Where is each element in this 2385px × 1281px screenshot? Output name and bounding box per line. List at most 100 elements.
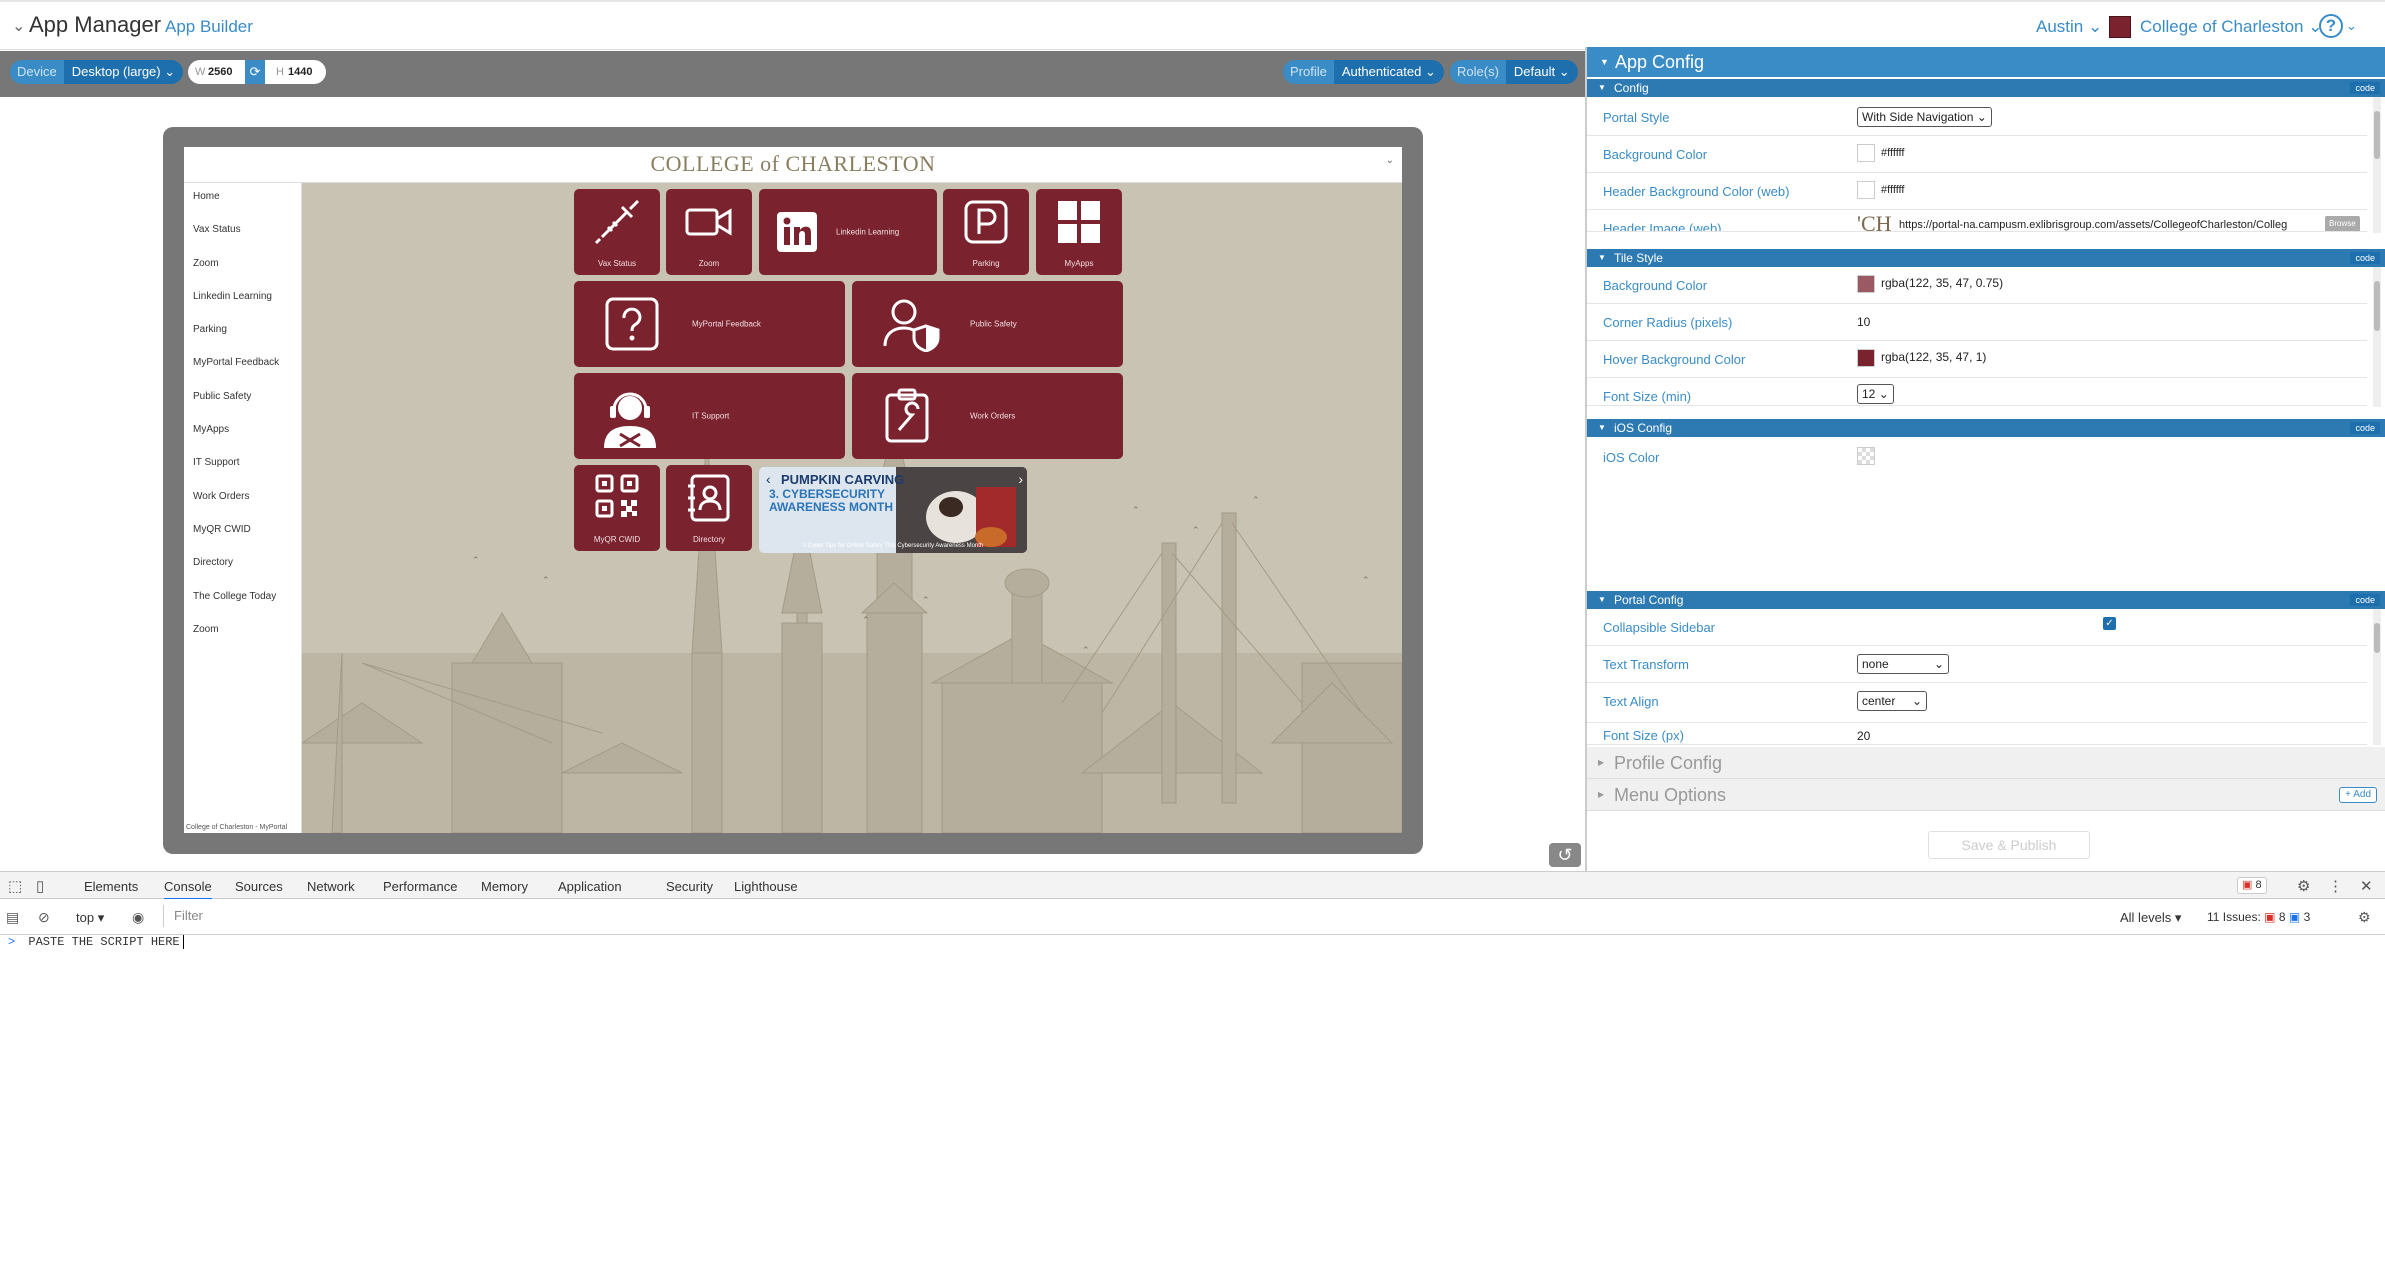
user-menu[interactable]: Austin ⌄ <box>2036 17 2102 37</box>
section-menu-options[interactable]: ▶ Menu Options + Add <box>1587 779 2385 811</box>
tile-directory[interactable]: Directory <box>666 465 752 551</box>
app-builder-link[interactable]: App Builder <box>165 17 253 37</box>
console-input-line[interactable]: > PASTE THE SCRIPT HERE <box>8 935 184 949</box>
devtools-tab-application[interactable]: Application <box>558 879 622 894</box>
console-settings-icon[interactable]: ⚙ <box>2358 909 2371 926</box>
collapsible-sidebar-checkbox[interactable]: ✓ <box>2103 617 2116 630</box>
section-portal-config[interactable]: ▼ Portal Config code <box>1587 591 2385 609</box>
chevron-down-icon[interactable]: ⌄ <box>1386 155 1394 166</box>
browse-button[interactable]: Browse <box>2325 216 2360 231</box>
device-select[interactable]: Device Desktop (large) ⌄ <box>10 60 184 84</box>
close-icon[interactable]: ✕ <box>2360 877 2373 895</box>
organization-menu[interactable]: College of Charleston ⌄ <box>2140 17 2322 37</box>
color-input[interactable]: rgba(122, 35, 47, 1) <box>1881 350 1986 364</box>
tile-zoom[interactable]: Zoom <box>666 189 752 275</box>
console-input[interactable]: PASTE THE SCRIPT HERE <box>28 935 179 949</box>
sidebar-toggle-icon[interactable]: ▤ <box>6 909 19 926</box>
preview-sidebar-item[interactable]: The College Today <box>184 591 301 624</box>
tile-linkedin-learning[interactable]: Linkedin Learning <box>759 189 937 275</box>
tile-myportal-feedback[interactable]: MyPortal Feedback <box>574 281 845 367</box>
tile-style-scrollbar[interactable] <box>2373 267 2381 407</box>
devtools-tab-network[interactable]: Network <box>307 879 355 894</box>
preview-sidebar-item[interactable]: Home <box>184 191 301 224</box>
inspect-element-icon[interactable]: ⬚ <box>8 877 22 895</box>
font-size-select[interactable]: 12 ⌄ <box>1857 384 1894 404</box>
tile-parking[interactable]: Parking <box>943 189 1029 275</box>
preview-sidebar-item[interactable]: IT Support <box>184 457 301 490</box>
portal-style-select[interactable]: With Side Navigation ⌄ <box>1857 107 1992 127</box>
add-menu-option-button[interactable]: + Add <box>2339 787 2377 803</box>
color-input[interactable]: #ffffff <box>1881 147 1904 159</box>
config-scrollbar[interactable] <box>2373 97 2381 233</box>
roles-select[interactable]: Role(s) Default ⌄ <box>1450 60 1578 84</box>
devtools-tab-security[interactable]: Security <box>666 879 713 894</box>
text-transform-select[interactable]: none ⌄ <box>1857 654 1949 674</box>
news-carousel[interactable]: ‹ PUMPKIN CARVING 3. CYBERSECURITY AWARE… <box>759 467 1027 553</box>
color-swatch[interactable] <box>1857 349 1875 367</box>
header-image-url[interactable]: https://portal-na.campusm.exlibrisgroup.… <box>1899 219 2319 231</box>
save-publish-button[interactable]: Save & Publish <box>1928 831 2090 859</box>
carousel-next-icon[interactable]: › <box>1018 471 1023 487</box>
chevron-down-icon[interactable]: ⌄ <box>2346 18 2357 34</box>
tile-myapps[interactable]: MyApps <box>1036 189 1122 275</box>
devtools-tab-performance[interactable]: Performance <box>383 879 457 894</box>
preview-sidebar-item[interactable]: MyApps <box>184 424 301 457</box>
preview-sidebar-item[interactable]: Parking <box>184 324 301 357</box>
preview-sidebar-item[interactable]: Work Orders <box>184 491 301 524</box>
section-profile-config[interactable]: ▶ Profile Config <box>1587 747 2385 779</box>
width-input[interactable]: 2560 <box>208 60 232 84</box>
tile-myqr-cwid[interactable]: MyQR CWID <box>574 465 660 551</box>
section-ios-config[interactable]: ▼ iOS Config code <box>1587 419 2385 437</box>
tile-vax-status[interactable]: Vax Status <box>574 189 660 275</box>
code-button[interactable]: code <box>2350 594 2380 606</box>
error-count-badge[interactable]: ▣ 8 <box>2237 877 2267 894</box>
tile-it-support[interactable]: IT Support <box>574 373 845 459</box>
color-input[interactable]: #ffffff <box>1881 184 1904 196</box>
devtools-tab-elements[interactable]: Elements <box>84 879 138 894</box>
code-button[interactable]: code <box>2350 422 2380 434</box>
more-options-icon[interactable]: ⋮ <box>2328 877 2343 895</box>
section-config[interactable]: ▼ Config code <box>1587 79 2385 97</box>
help-icon[interactable]: ? <box>2319 14 2343 38</box>
preview-sidebar-item[interactable]: Zoom <box>184 624 301 657</box>
preview-sidebar-item[interactable]: MyQR CWID <box>184 524 301 557</box>
color-swatch[interactable] <box>1857 275 1875 293</box>
tile-public-safety[interactable]: Public Safety <box>852 281 1123 367</box>
code-button[interactable]: code <box>2350 252 2380 264</box>
devtools-tab-lighthouse[interactable]: Lighthouse <box>734 879 798 894</box>
rotate-icon[interactable]: ⟳ <box>245 60 265 84</box>
context-select[interactable]: top ▾ <box>76 910 104 926</box>
devtools-tab-memory[interactable]: Memory <box>481 879 528 894</box>
device-toolbar-icon[interactable]: ▯ <box>36 877 44 895</box>
preview-sidebar-item[interactable]: Directory <box>184 557 301 590</box>
devtools-tab-sources[interactable]: Sources <box>235 879 283 894</box>
color-swatch[interactable] <box>1857 181 1875 199</box>
carousel-prev-icon[interactable]: ‹ <box>766 471 771 487</box>
corner-radius-input[interactable]: 10 <box>1857 315 1870 329</box>
eye-icon[interactable]: ◉ <box>132 909 144 926</box>
color-swatch[interactable] <box>1857 144 1875 162</box>
issues-counter[interactable]: 11 Issues: ▣ 8 ▣ 3 <box>2207 907 2310 927</box>
console-filter-input[interactable]: Filter <box>163 905 2111 927</box>
app-config-header[interactable]: ▼ App Config <box>1587 47 2385 77</box>
chevron-down-icon[interactable]: ⌄ <box>12 16 25 36</box>
devtools-tab-console[interactable]: Console <box>164 879 212 900</box>
profile-select[interactable]: Profile Authenticated ⌄ <box>1283 60 1444 84</box>
text-align-select[interactable]: center ⌄ <box>1857 691 1927 711</box>
portal-config-scrollbar[interactable] <box>2373 609 2381 745</box>
preview-sidebar-item[interactable]: Zoom <box>184 258 301 291</box>
code-button[interactable]: code <box>2350 82 2380 94</box>
transparent-color-swatch[interactable] <box>1857 447 1875 465</box>
height-input[interactable]: 1440 <box>288 60 312 84</box>
section-tile-style[interactable]: ▼ Tile Style code <box>1587 249 2385 267</box>
color-input[interactable]: rgba(122, 35, 47, 0.75) <box>1881 276 2003 290</box>
font-size-input[interactable]: 20 <box>1857 729 1870 743</box>
clear-console-icon[interactable]: ⊘ <box>38 909 50 926</box>
preview-sidebar-item[interactable]: Vax Status <box>184 224 301 257</box>
preview-sidebar-item[interactable]: MyPortal Feedback <box>184 357 301 390</box>
reset-preview-icon[interactable]: ↺ <box>1549 843 1581 867</box>
tile-work-orders[interactable]: Work Orders <box>852 373 1123 459</box>
preview-sidebar-item[interactable]: Linkedin Learning <box>184 291 301 324</box>
log-levels-select[interactable]: All levels ▾ <box>2120 910 2181 926</box>
settings-icon[interactable]: ⚙ <box>2297 877 2310 895</box>
